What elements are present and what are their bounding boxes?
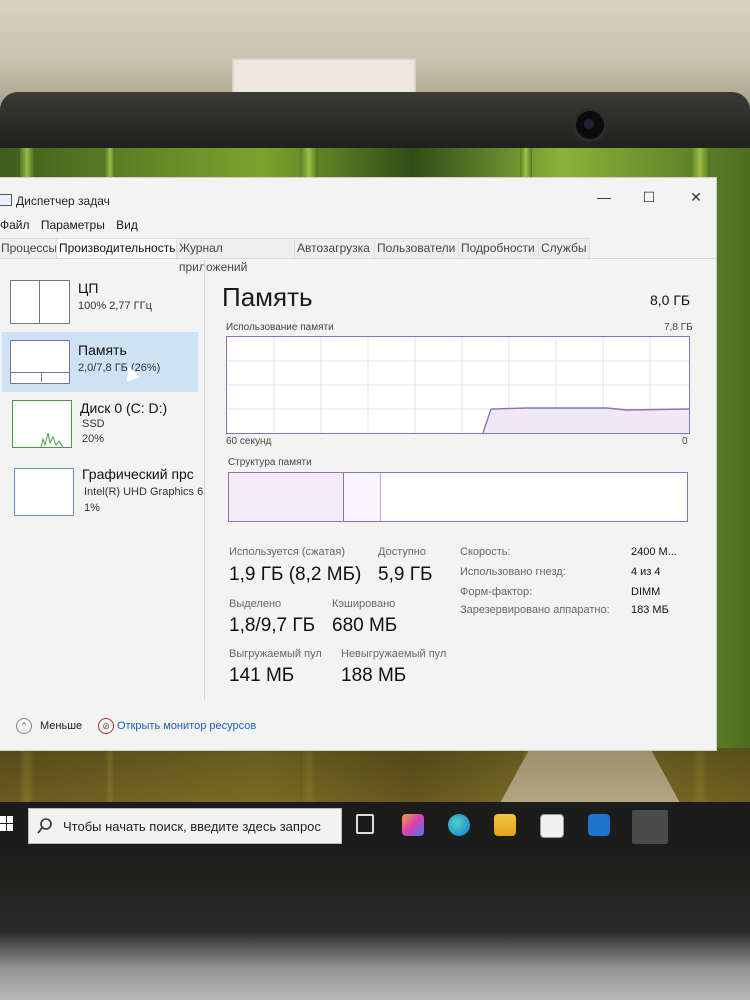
window-title: Диспетчер задач — [16, 194, 110, 208]
structure-free — [381, 473, 687, 521]
fewer-details-link[interactable]: Меньше — [40, 720, 82, 732]
memory-usage-graph-label: Использование памяти — [226, 322, 334, 333]
resource-monitor-icon: ⊘ — [98, 718, 114, 734]
tab-app-history[interactable]: Журнал приложений — [176, 238, 296, 274]
sidebar-item-label: Графический прс — [82, 466, 194, 482]
maximize-button[interactable]: ☐ — [634, 186, 664, 208]
memory-mini-graph — [10, 340, 70, 384]
sidebar-item-label: Диск 0 (C: D:) — [80, 400, 168, 416]
structure-in-use — [229, 473, 344, 521]
cached-label: Кэшировано — [332, 598, 396, 610]
file-explorer-icon[interactable] — [494, 814, 516, 836]
minimize-button[interactable]: — — [589, 186, 619, 208]
task-manager-window: Диспетчер задач — ☐ ✕ Файл Параметры Вид… — [0, 178, 716, 750]
tab-bar: Процессы Производительность Журнал прило… — [0, 238, 716, 274]
tab-startup[interactable]: Автозагрузка — [294, 238, 376, 258]
spec-label: Использовано гнезд: — [460, 566, 566, 578]
tab-services[interactable]: Службы — [538, 238, 590, 258]
sidebar-item-detail: 2,0/7,8 ГБ (26%) — [78, 362, 161, 374]
sidebar-item-detail: SSD — [82, 418, 105, 430]
spec-value: 183 МБ — [631, 604, 669, 616]
cached-value: 680 МБ — [332, 615, 398, 636]
task-manager-taskbar-icon[interactable] — [632, 810, 668, 844]
paged-pool-value: 141 МБ — [229, 665, 295, 686]
graph-time-label: 60 секунд — [226, 436, 272, 447]
disk-activity-graph — [40, 432, 64, 448]
sidebar-item-disk[interactable]: Диск 0 (C: D:) SSD 20% — [2, 398, 198, 458]
sidebar-item-usage: 1% — [84, 502, 100, 514]
edge-icon[interactable] — [448, 814, 470, 836]
webcam — [573, 108, 607, 142]
title-bar[interactable]: Диспетчер задач — ☐ ✕ — [0, 178, 716, 216]
sidebar-item-label: ЦП — [78, 280, 99, 296]
spec-label: Форм-фактор: — [460, 586, 533, 598]
chevron-up-icon[interactable]: ⌃ — [16, 718, 32, 734]
memory-structure-label: Структура памяти — [228, 457, 312, 468]
spec-label: Скорость: — [460, 546, 511, 558]
taskbar: Чтобы начать поиск, введите здесь запрос — [0, 802, 750, 848]
open-resource-monitor-link[interactable]: Открыть монитор ресурсов — [117, 720, 256, 732]
spec-value: 2400 М... — [631, 546, 677, 558]
sidebar-item-usage: 20% — [82, 433, 105, 445]
memory-usage-graph — [226, 336, 690, 434]
task-manager-icon — [0, 194, 12, 206]
menu-bar: Файл Параметры Вид — [0, 218, 146, 236]
graph-zero-label: 0 — [682, 436, 688, 447]
available-label: Доступно — [378, 546, 427, 558]
page-title: Память — [222, 282, 313, 312]
cpu-mini-graph — [10, 280, 70, 324]
memory-structure-bar — [228, 472, 688, 522]
available-value: 5,9 ГБ — [378, 564, 433, 585]
tab-performance[interactable]: Производительность — [56, 238, 178, 258]
graph-max-label: 7,8 ГБ — [664, 322, 693, 333]
sidebar-item-cpu[interactable]: ЦП 100% 2,77 ГГц — [2, 278, 198, 338]
tab-details[interactable]: Подробности — [458, 238, 540, 258]
spec-value: DIMM — [631, 586, 661, 598]
tab-users[interactable]: Пользователи — [374, 238, 460, 258]
sidebar-item-detail: Intel(R) UHD Graphics 6 — [84, 486, 204, 498]
menu-view[interactable]: Вид — [116, 218, 138, 232]
task-view-icon[interactable] — [356, 814, 374, 834]
performance-sidebar: ЦП 100% 2,77 ГГц Память 2,0/7,8 ГБ (26%)… — [0, 260, 205, 700]
sidebar-item-gpu[interactable]: Графический прс Intel(R) UHD Graphics 6 … — [2, 464, 203, 524]
spec-label: Зарезервировано аппаратно: — [460, 604, 610, 616]
menu-file[interactable]: Файл — [0, 218, 30, 232]
memory-usage-plot — [227, 337, 690, 434]
committed-value: 1,8/9,7 ГБ — [229, 615, 316, 636]
close-button[interactable]: ✕ — [681, 186, 711, 208]
copilot-icon[interactable] — [402, 814, 424, 836]
microsoft-store-icon[interactable] — [540, 814, 564, 838]
tab-processes[interactable]: Процессы — [0, 238, 58, 258]
sidebar-item-detail: 100% 2,77 ГГц — [78, 300, 152, 312]
committed-label: Выделено — [229, 598, 282, 610]
menu-options[interactable]: Параметры — [41, 218, 105, 232]
gpu-mini-graph — [14, 468, 74, 516]
sidebar-item-label: Память — [78, 342, 127, 358]
disk-mini-graph — [12, 400, 72, 448]
nonpaged-pool-value: 188 МБ — [341, 665, 407, 686]
nonpaged-pool-label: Невыгружаемый пул — [341, 648, 447, 660]
mail-icon[interactable] — [588, 814, 610, 836]
structure-modified — [344, 473, 381, 521]
sidebar-item-memory[interactable]: Память 2,0/7,8 ГБ (26%) — [2, 332, 198, 392]
paged-pool-label: Выгружаемый пул — [229, 648, 322, 660]
start-icon[interactable] — [0, 816, 14, 832]
footer-bar: ⌃ Меньше ⊘ Открыть монитор ресурсов — [0, 714, 716, 744]
search-placeholder: Чтобы начать поиск, введите здесь запрос — [63, 819, 321, 834]
laptop-bezel-bottom — [0, 848, 750, 1000]
taskbar-search-input[interactable]: Чтобы начать поиск, введите здесь запрос — [28, 808, 342, 844]
memory-total: 8,0 ГБ — [650, 292, 691, 308]
spec-value: 4 из 4 — [631, 566, 661, 578]
search-icon — [37, 818, 52, 834]
in-use-label: Используется (сжатая) — [229, 546, 346, 558]
in-use-value: 1,9 ГБ (8,2 МБ) — [229, 564, 362, 585]
